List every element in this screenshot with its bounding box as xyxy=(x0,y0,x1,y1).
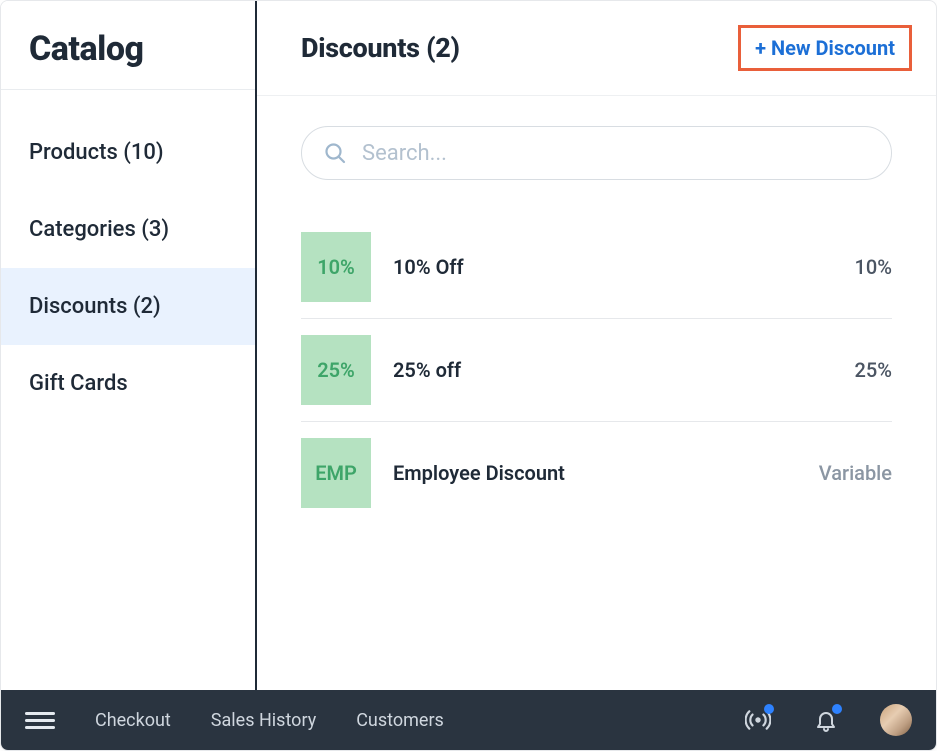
discount-name: Employee Discount xyxy=(393,461,797,485)
discount-badge: 25% xyxy=(301,335,371,405)
discount-name: 25% off xyxy=(393,358,833,382)
bottom-link-sales-history[interactable]: Sales History xyxy=(211,710,316,731)
avatar[interactable] xyxy=(880,704,912,736)
main-body: 10% 10% Off 10% 25% 25% off 25% EMP Empl… xyxy=(257,96,936,554)
main-header: Discounts (2) + New Discount xyxy=(257,1,936,96)
sidebar-item-categories[interactable]: Categories (3) xyxy=(1,191,255,268)
notification-dot xyxy=(764,704,774,714)
discount-row[interactable]: EMP Employee Discount Variable xyxy=(301,422,892,524)
bell-icon[interactable] xyxy=(812,706,840,734)
sidebar: Catalog Products (10) Categories (3) Dis… xyxy=(1,1,257,690)
main-pane: Discounts (2) + New Discount 10% xyxy=(257,1,936,690)
menu-icon[interactable] xyxy=(25,712,55,729)
notification-dot xyxy=(832,704,842,714)
sidebar-item-products[interactable]: Products (10) xyxy=(1,114,255,191)
broadcast-icon[interactable] xyxy=(744,706,772,734)
sidebar-title: Catalog xyxy=(1,1,255,89)
sidebar-nav: Products (10) Categories (3) Discounts (… xyxy=(1,90,255,422)
discount-list: 10% 10% Off 10% 25% 25% off 25% EMP Empl… xyxy=(301,216,892,524)
search-wrap xyxy=(301,126,892,180)
search-input[interactable] xyxy=(301,126,892,180)
discount-row[interactable]: 10% 10% Off 10% xyxy=(301,216,892,318)
sidebar-item-discounts[interactable]: Discounts (2) xyxy=(1,268,255,345)
discount-badge: 10% xyxy=(301,232,371,302)
page-title: Discounts (2) xyxy=(301,32,460,64)
discount-value: 25% xyxy=(855,358,892,382)
bottom-link-customers[interactable]: Customers xyxy=(356,710,444,731)
discount-value: 10% xyxy=(855,255,892,279)
discount-name: 10% Off xyxy=(393,255,833,279)
bottom-link-checkout[interactable]: Checkout xyxy=(95,710,171,731)
new-discount-button[interactable]: + New Discount xyxy=(738,25,912,71)
discount-badge: EMP xyxy=(301,438,371,508)
sidebar-item-gift-cards[interactable]: Gift Cards xyxy=(1,345,255,422)
discount-value: Variable xyxy=(819,461,892,485)
bottom-bar: Checkout Sales History Customers xyxy=(1,690,936,750)
discount-row[interactable]: 25% 25% off 25% xyxy=(301,319,892,421)
search-icon xyxy=(323,141,347,165)
